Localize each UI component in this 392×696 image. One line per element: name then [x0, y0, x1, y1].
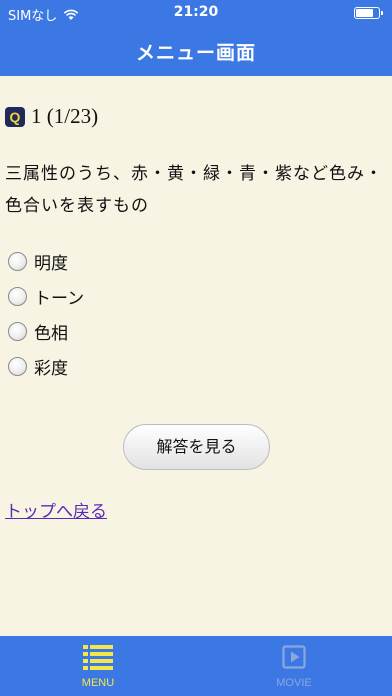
radio-button[interactable] [8, 322, 27, 341]
back-to-top-link[interactable]: トップへ戻る [5, 497, 107, 522]
option-label: 彩度 [34, 359, 68, 379]
tab-bar: MENU MOVIE [0, 636, 392, 696]
show-answer-button[interactable]: 解答を見る [123, 424, 270, 470]
option-1[interactable]: 明度 [8, 244, 84, 279]
question-header: Q 1 (1/23) [5, 104, 98, 129]
tab-label: MENU [81, 677, 115, 689]
status-bar: SIMなし 21:20 [0, 0, 392, 26]
battery-icon [354, 7, 383, 19]
option-label: 色相 [34, 324, 68, 344]
question-badge-icon: Q [5, 106, 25, 127]
status-time: 21:20 [173, 4, 219, 20]
option-label: トーン [34, 289, 85, 309]
list-icon [83, 645, 113, 670]
radio-button[interactable] [8, 252, 27, 271]
tab-menu[interactable]: MENU [38, 636, 158, 696]
answer-options: 明度 トーン 色相 彩度 [8, 244, 84, 384]
question-number: 1 (1/23) [31, 104, 99, 128]
header: SIMなし 21:20 メニュー画面 [0, 0, 392, 76]
radio-button[interactable] [8, 357, 27, 376]
tab-label: MOVIE [276, 677, 312, 689]
question-text: 三属性のうち、赤・黄・緑・青・紫など色み・色合いを表すもの [5, 164, 383, 216]
play-icon [282, 645, 306, 669]
option-3[interactable]: 色相 [8, 314, 84, 349]
option-label: 明度 [34, 254, 68, 274]
option-4[interactable]: 彩度 [8, 349, 84, 384]
radio-button[interactable] [8, 287, 27, 306]
page-title: メニュー画面 [135, 42, 256, 64]
option-2[interactable]: トーン [8, 279, 84, 314]
tab-movie[interactable]: MOVIE [234, 636, 354, 696]
